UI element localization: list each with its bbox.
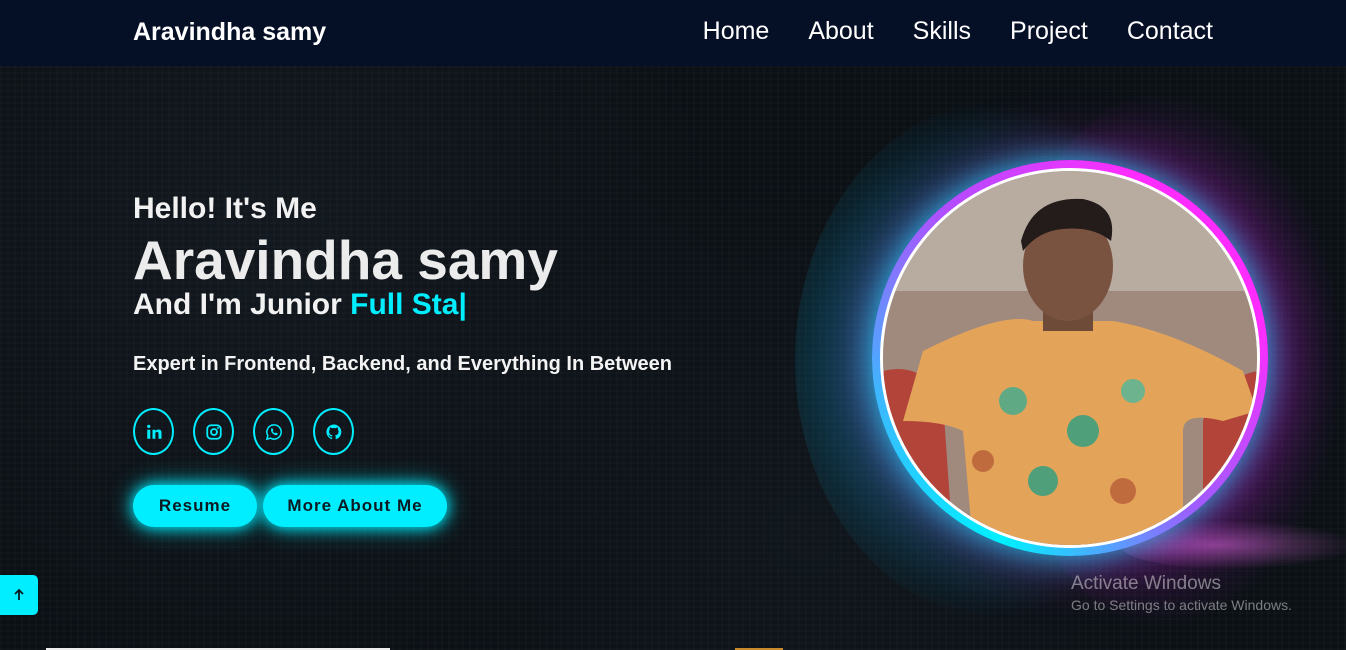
nav-project[interactable]: Project [1010,17,1088,46]
role-prefix: And I'm Junior [133,288,351,321]
hero-name: Aravindha samy [133,229,558,291]
windows-activation-title: Activate Windows [1071,573,1221,594]
windows-activation-subtitle: Go to Settings to activate Windows. [1071,597,1292,613]
instagram-link[interactable] [193,408,234,455]
social-links [133,408,354,455]
profile-photo [880,168,1260,548]
linkedin-link[interactable] [133,408,174,455]
role-typed-text: Full Sta| [350,288,467,321]
hero-greeting: Hello! It's Me [133,192,317,225]
whatsapp-icon [265,423,282,440]
nav-skills[interactable]: Skills [913,17,971,46]
whatsapp-link[interactable] [253,408,294,455]
main-nav: Home About Skills Project Contact [703,17,1213,46]
linkedin-icon [146,424,161,439]
scroll-to-top-button[interactable] [0,575,38,615]
profile-person-illustration [883,171,1257,545]
hero-tagline: Expert in Frontend, Backend, and Everyth… [133,353,672,375]
nav-about[interactable]: About [808,17,873,46]
github-link[interactable] [313,408,354,455]
nav-home[interactable]: Home [703,17,770,46]
instagram-icon [205,423,222,440]
github-icon [325,423,341,439]
resume-button[interactable]: Resume [133,485,257,527]
hero-role: And I'm Junior Full Sta| [133,288,467,322]
more-about-me-button[interactable]: More About Me [263,485,447,527]
site-logo[interactable]: Aravindha samy [133,18,326,47]
hero-buttons: Resume More About Me [133,485,447,527]
nav-contact[interactable]: Contact [1127,17,1213,46]
top-navbar: Aravindha samy Home About Skills Project… [0,0,1346,66]
arrow-up-icon [14,588,24,600]
